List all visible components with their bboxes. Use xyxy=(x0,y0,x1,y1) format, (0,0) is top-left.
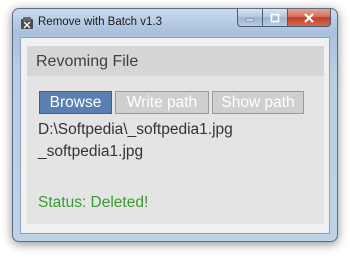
browse-button[interactable]: Browse xyxy=(39,91,112,114)
caption-buttons xyxy=(237,9,331,28)
minimize-button[interactable] xyxy=(237,9,263,27)
close-icon xyxy=(304,12,314,23)
title-bar[interactable]: Remove with Batch v1.3 xyxy=(13,9,337,37)
maximize-button[interactable] xyxy=(263,9,288,27)
file-path-label: D:\Softpedia\_softpedia1.jpg xyxy=(38,121,233,138)
close-button[interactable] xyxy=(288,9,331,27)
window-title: Remove with Batch v1.3 xyxy=(38,16,163,28)
header-band: Revoming File xyxy=(27,46,324,76)
app-icon xyxy=(21,17,33,29)
status-label: Status: Deleted! xyxy=(38,194,149,211)
minimize-icon xyxy=(245,18,255,21)
write-path-button[interactable]: Write path xyxy=(115,91,209,114)
maximize-icon xyxy=(270,13,280,22)
show-path-button[interactable]: Show path xyxy=(212,91,304,114)
header-title: Revoming File xyxy=(36,53,139,70)
file-name-label: _softpedia1.jpg xyxy=(38,143,144,160)
